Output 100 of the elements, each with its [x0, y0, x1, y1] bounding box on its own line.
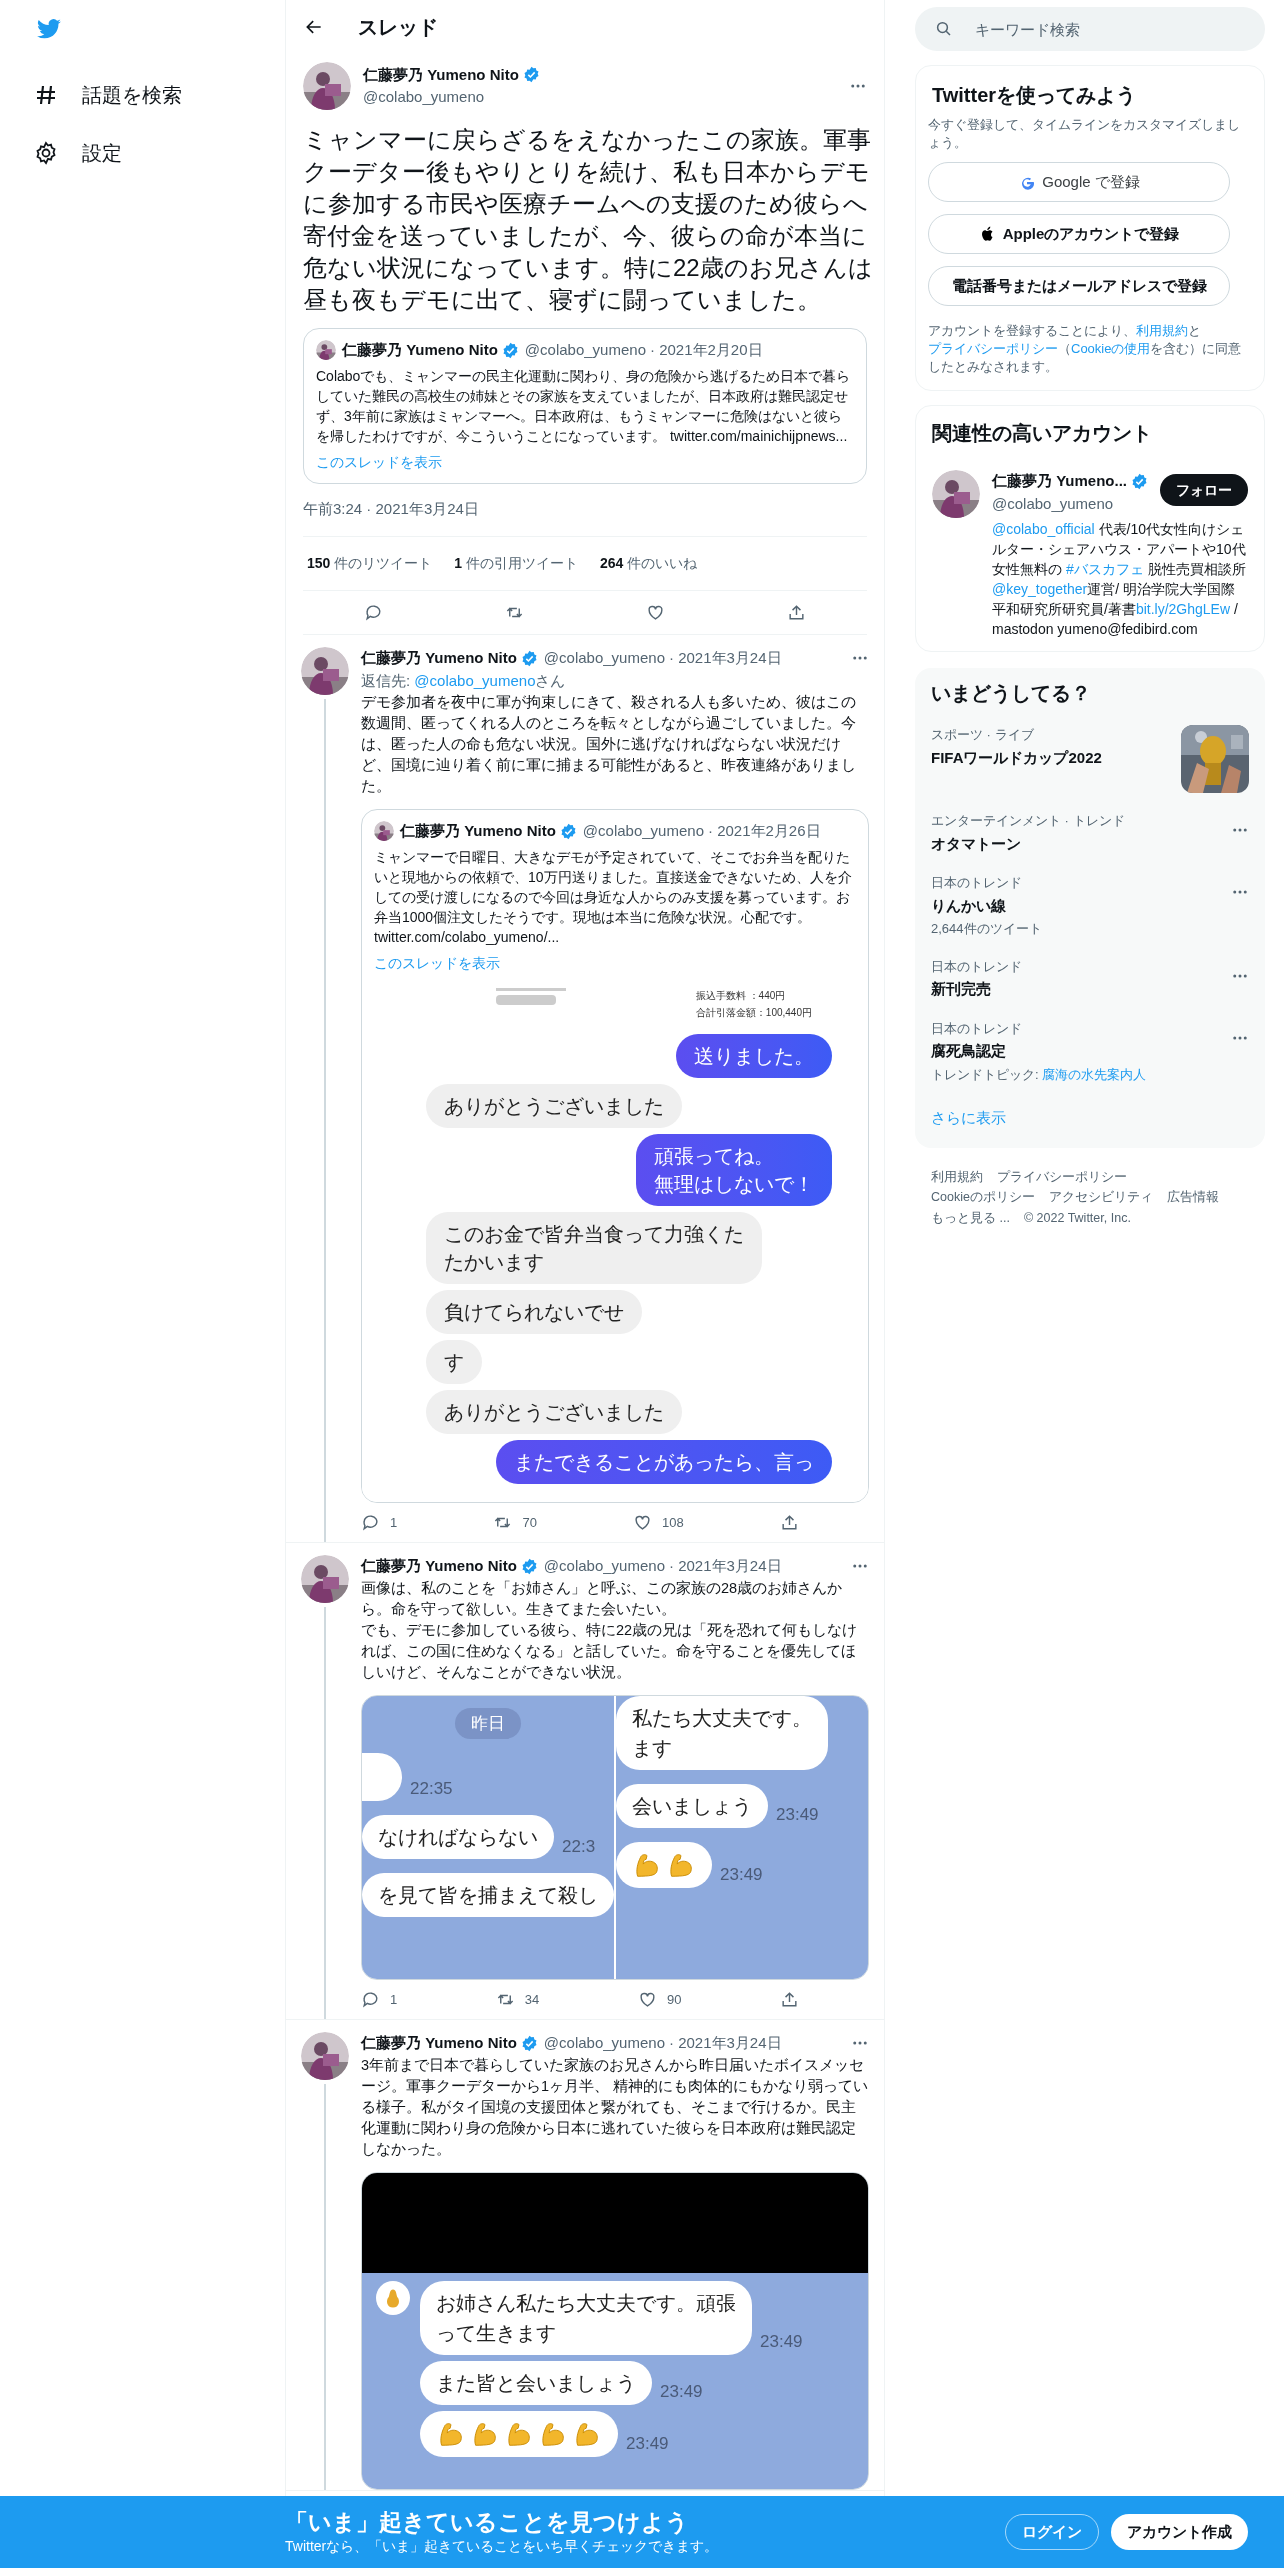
footer-link[interactable]: 広告情報 — [1166, 1188, 1219, 1207]
tweet-date[interactable]: · 2021年3月24日 — [669, 2032, 782, 2055]
author-handle[interactable]: @colabo_yumeno — [363, 86, 837, 109]
author-name[interactable]: 仁藤夢乃 Yumeno... — [992, 470, 1127, 493]
trend-topic: トレンドトピック: 腐海の水先案内人 — [931, 1065, 1147, 1084]
quoted-tweet[interactable] — [303, 328, 867, 484]
page-title: スレッド — [358, 15, 438, 40]
tweet-stat[interactable]: 264 件のいいね — [599, 553, 698, 574]
tweet-date[interactable]: · 2021年3月24日 — [669, 1555, 782, 1578]
tweet-date[interactable]: · 2021年2月26日 — [708, 820, 821, 843]
reply-count[interactable]: 1 — [361, 1989, 398, 2009]
author-handle[interactable]: @colabo_yumeno — [543, 2032, 665, 2055]
author-handle[interactable]: @colabo_yumeno — [543, 1555, 665, 1578]
tweet-text: ミャンマーに戻らざるをえなかったこの家族。軍事クーデター後もやりとりを続け、私も日本からデモに参加する市民や医療チームへの支援のため彼らへ寄付金を送っていましたが、今、彼らの命が本当に危ない状況になっています。特に22歳のお兄さんは昼も夜もデモに出て、寝ずに闘っていました。 — [303, 125, 873, 315]
author-name[interactable]: 仁藤夢乃 Yumeno Nito — [342, 339, 498, 362]
footer-link[interactable]: アクセシビリティ — [1048, 1188, 1153, 1207]
verified-badge-icon — [520, 1557, 538, 1575]
avatar[interactable] — [301, 1555, 349, 1603]
reply-icon[interactable] — [361, 1512, 380, 1532]
settings-icon — [34, 141, 58, 165]
tweet-date[interactable]: · 2021年3月24日 — [669, 647, 782, 670]
account-bio: @colabo_official 代表/10代女性向けシェルター・シェアハウス・アパートや10代女性無料の #バスカフェ 脱性売買相談所 @key_together運営/ 明治学院大学国際平和研究所研究員/著書bit.ly/2GhgLEw /mastodon yumeno@fedibird.com — [992, 520, 1247, 639]
message-text: 頑張ってね。 — [654, 1143, 775, 1169]
trend-name[interactable]: オタマトーン — [931, 832, 1125, 855]
message-text: 送りました。 — [694, 1043, 814, 1069]
share-icon[interactable] — [787, 603, 806, 622]
banner-title: 「いま」起きていることを見つけよう — [285, 2507, 690, 2536]
trend-category: エンターテインメント · トレンド — [931, 812, 1125, 830]
message-time: 23:49 — [660, 2381, 703, 2403]
share-icon[interactable] — [779, 1512, 799, 1532]
follow-button[interactable]: フォロー — [1160, 474, 1248, 506]
tweet-text: でも、デモに参加している彼ら、特に22歳の兄は「死を恐れて何もしなければ、この国に住めなくなる」と話していた。命を守ることを優先してほしいけど、そんなことができない状況。 — [361, 1620, 859, 1682]
share-icon[interactable] — [780, 1989, 799, 2009]
trend-category: 日本のトレンド — [931, 874, 1023, 892]
trend-category: スポーツ · ライブ — [931, 726, 1035, 744]
author-handle[interactable]: @colabo_yumeno — [992, 492, 1148, 515]
message-time: 23:49 — [776, 1804, 819, 1826]
tweet-timestamp[interactable]: 午前3:24 · 2021年3月24日 — [303, 497, 867, 537]
verified-badge-icon — [520, 2034, 538, 2052]
message-text: 会いましょう — [632, 1793, 752, 1819]
footer-link[interactable]: もっと見る ... — [931, 1209, 1010, 1228]
like-count[interactable]: 90 — [637, 1989, 682, 2009]
like-count[interactable]: 108 — [633, 1512, 684, 1532]
tweet-date[interactable]: · 2021年2月20日 — [650, 339, 763, 362]
like-icon[interactable] — [646, 603, 665, 622]
chat-screenshot[interactable]: 私たち大丈夫です。 ます 会いましょう 23:49 23:49 — [616, 1695, 868, 1979]
tweet-stat[interactable]: 1 件の引用ツイート — [454, 553, 578, 574]
avatar[interactable] — [301, 647, 349, 695]
author-handle[interactable]: @colabo_yumeno — [543, 647, 665, 670]
quoted-tweet[interactable] — [361, 809, 869, 1503]
author-name[interactable]: 仁藤夢乃 Yumeno Nito — [400, 820, 556, 843]
legal-text: アカウントを登録することにより、利用規約 と プライバシーポリシー（Cookieの使用を含む）に同意したとみなされます。 — [928, 322, 1243, 376]
avatar[interactable] — [932, 470, 980, 518]
search-field[interactable]: キーワード検索 — [915, 7, 1265, 51]
avatar[interactable] — [374, 821, 394, 842]
quoted-text: ミャンマーで日曜日、大きなデモが予定されていて、そこでお弁当を配りたいと現地からの依頼で、10万円送りました。直接送金できないため、人を介しての受け渡しになるので今回は身近な人からのみ支援を募っています。お弁当1000個注文したそうです。現地は本当に危険な状況。心配です。 twitter.com/colabo_yumeno/... — [374, 847, 853, 947]
trend-name[interactable]: 新刊完売 — [931, 978, 1022, 1001]
author-name[interactable]: 仁藤夢乃 Yumeno Nito — [361, 1555, 517, 1578]
author-handle[interactable]: @colabo_yumeno — [524, 339, 646, 362]
tweet-stat[interactable]: 150 件のリツイート — [307, 553, 433, 574]
link[interactable]: twitter.com/mainichijpnews... — [669, 427, 848, 444]
verified-badge-icon — [501, 341, 519, 359]
reply-count[interactable]: 1 — [361, 1512, 398, 1532]
trend-name[interactable]: FIFAワールドカップ2022 — [931, 746, 1102, 769]
nav-item[interactable]: 設定 — [34, 124, 285, 182]
author-name[interactable]: 仁藤夢乃 Yumeno Nito — [363, 63, 519, 86]
message-text: 私たち大丈夫です。 — [632, 1705, 812, 1731]
message-text: って生きます — [436, 2320, 557, 2346]
author-handle[interactable]: @colabo_yumeno — [582, 820, 704, 843]
avatar[interactable] — [301, 2032, 349, 2080]
chat-screenshot[interactable]: 昨日 22:35 なければならない 22:3 を見て皆を捕まえて殺し — [362, 1695, 614, 1979]
nav-item[interactable]: 話題を検索 — [34, 66, 285, 124]
signup-button[interactable]: アカウント作成 — [1111, 2514, 1248, 2550]
footer-link[interactable]: 利用規約 — [931, 1167, 983, 1187]
message-text: たかいます — [444, 1249, 545, 1275]
copyright-text: © 2022 Twitter, Inc. — [1023, 1210, 1131, 1227]
trend-category: 日本のトレンド — [931, 1019, 1023, 1038]
trend-name[interactable]: 腐死鳥認定 — [931, 1040, 1147, 1063]
link[interactable]: twitter.com/colabo_yumeno/... — [374, 928, 560, 945]
receipt-line: 合計引落金額：100,440円 — [695, 1005, 812, 1020]
author-name[interactable]: 仁藤夢乃 Yumeno Nito — [361, 2032, 517, 2055]
retweet-count[interactable]: 70 — [493, 1512, 537, 1532]
search-icon — [935, 20, 953, 38]
trend-name[interactable]: りんかい線 — [931, 894, 1042, 917]
message-text: また皆と会いましょう — [436, 2370, 636, 2396]
footer-link[interactable]: Cookieのポリシー — [931, 1188, 1035, 1207]
avatar[interactable] — [316, 340, 336, 361]
message-time: 22:35 — [410, 1777, 453, 1800]
reply-to: 返信先: @colabo_yumenoさん — [361, 670, 567, 691]
message-text: 負けてられないでせ — [444, 1299, 624, 1325]
message-text: ありがとうございました — [444, 1093, 664, 1119]
video-player[interactable]: お姉さん私たち大丈夫です。頑張 って生きます 23:49 また皆と会いましょう 23:49 23:49 — [361, 2171, 869, 2490]
retweet-count[interactable]: 34 — [495, 1989, 540, 2009]
message-text: お姉さん私たち大丈夫です。頑張 — [436, 2290, 736, 2316]
verified-badge-icon — [520, 649, 538, 667]
footer-link[interactable]: プライバシーポリシー — [997, 1167, 1127, 1187]
reply-icon[interactable] — [361, 1989, 380, 2009]
reply-icon[interactable] — [364, 603, 383, 622]
avatar[interactable] — [303, 62, 351, 110]
author-name[interactable]: 仁藤夢乃 Yumeno Nito — [361, 647, 517, 670]
